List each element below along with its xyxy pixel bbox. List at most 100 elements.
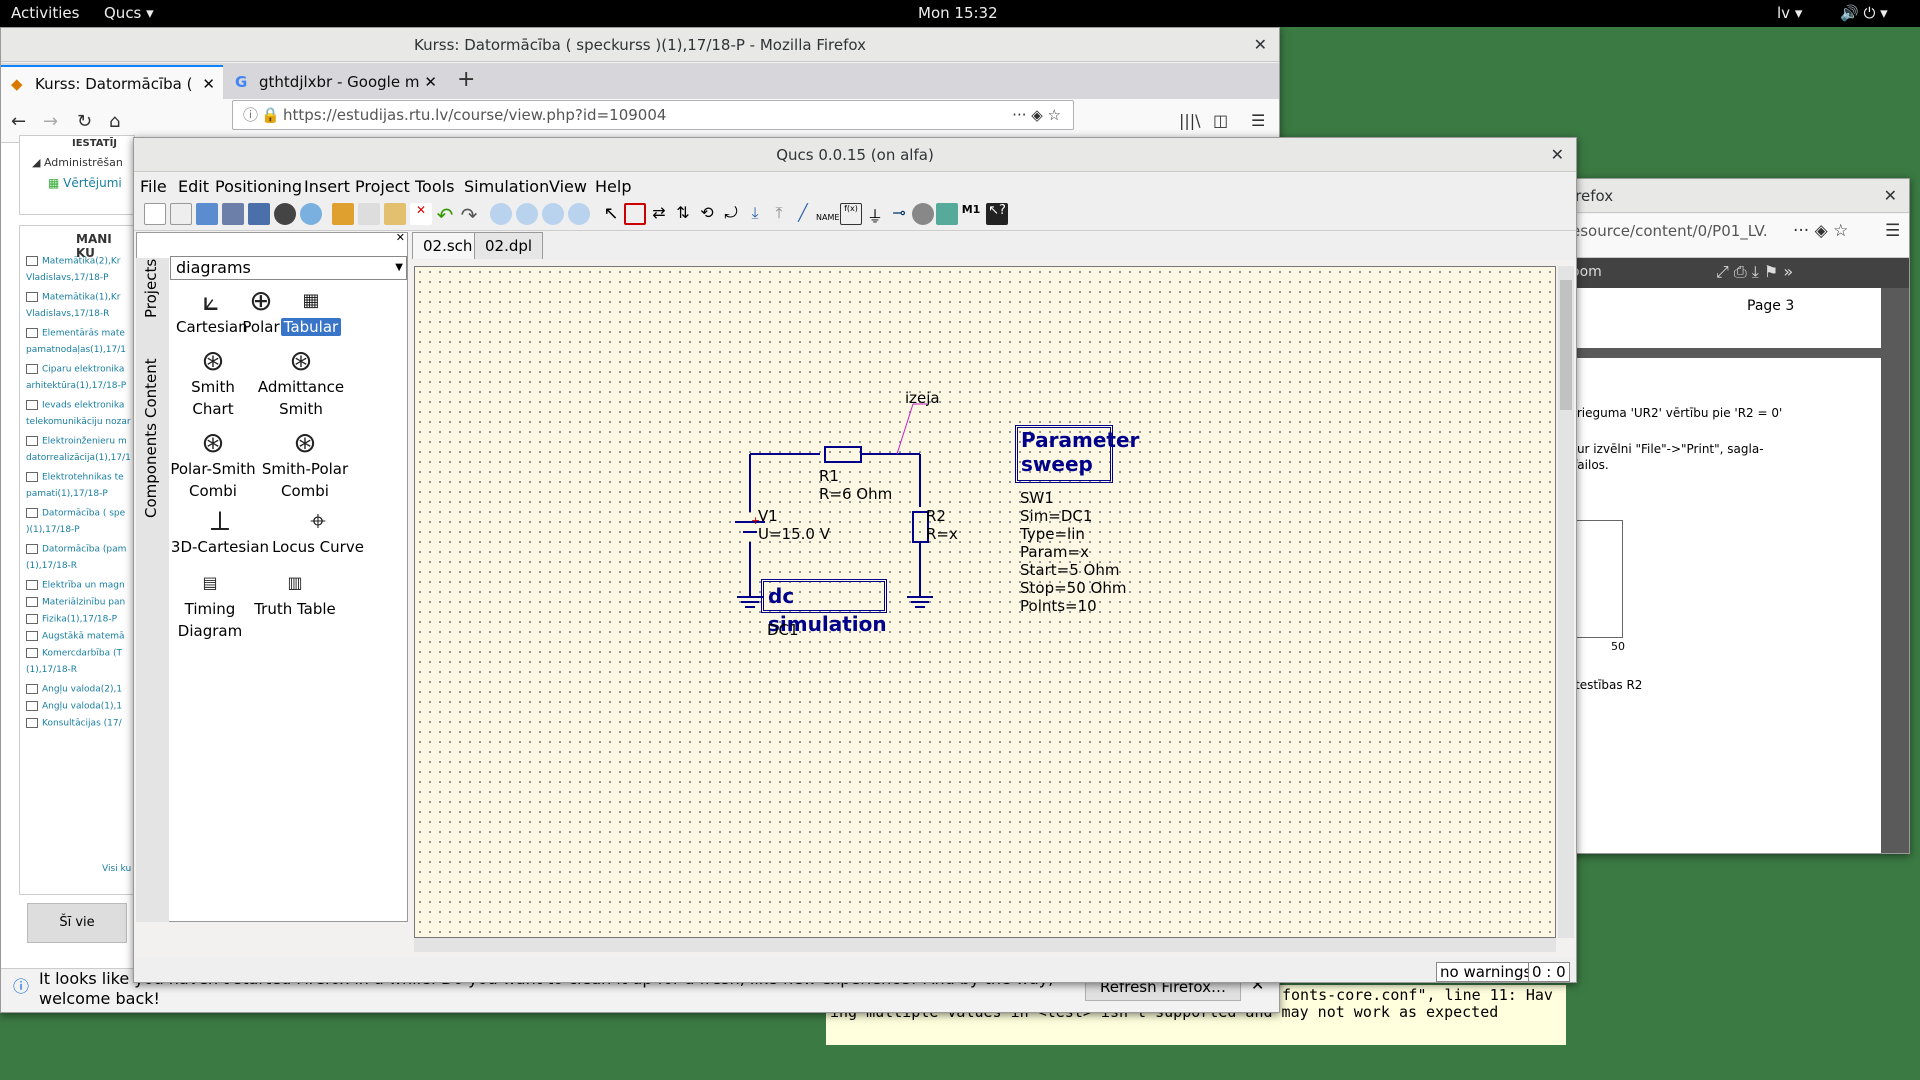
info-icon[interactable]: ⓘ [243,101,258,129]
course-link[interactable]: Elektrotehnikas te [26,472,124,484]
course-link[interactable]: telekomunikāciju nozar [26,417,131,428]
whats-this-icon[interactable]: ↖? [986,203,1008,225]
course-link[interactable]: (1),17/18-R [26,665,77,676]
course-link[interactable]: Komercdarbība (T [26,648,122,660]
language-indicator[interactable]: lv ▾ [1777,4,1802,22]
course-link[interactable]: Elementārās mate [26,328,125,340]
close-icon[interactable]: ✕ [1254,28,1267,62]
tab-content[interactable]: Content [142,358,160,418]
diagram-3d-cartesian[interactable]: ⟂ 3D-Cartesian [170,506,270,558]
v1-value[interactable]: U=15.0 V [758,525,830,543]
go-into-icon[interactable]: ⤓ [744,203,766,225]
component-category-select[interactable]: diagrams ▼ [170,256,407,280]
activities-button[interactable]: Activities [11,4,79,22]
equation-icon[interactable]: f(x) [840,203,862,225]
course-link[interactable]: Fizika(1),17/18-P [26,614,117,626]
delete-icon[interactable]: ✕ [410,203,432,225]
save-all-icon[interactable] [248,203,270,225]
sweep-property[interactable]: Stop=50 Ohm [1020,579,1126,597]
course-link[interactable]: Ciparu elektronika [26,364,124,376]
course-link[interactable]: pamatnodaļas(1),17/1 [26,345,126,356]
warnings-indicator[interactable]: no warnings [1436,962,1536,982]
all-courses-link[interactable]: Visi ku [102,864,131,874]
r1-value[interactable]: R=6 Ohm [819,485,892,503]
copy-icon[interactable] [358,203,380,225]
course-link[interactable]: Matemātika(2),Kr [26,256,120,268]
url-bar[interactable]: ⓘ 🔒 https://estudijas.rtu.lv/course/view… [232,100,1074,130]
new-tab-button[interactable]: + [457,67,475,92]
select-icon[interactable]: ↖ [600,203,622,225]
ground-icon[interactable]: ⏚ [864,203,886,226]
menu-file[interactable]: File [140,177,167,196]
scroll-thumb[interactable] [1560,280,1572,410]
course-link[interactable]: Angļu valoda(1),1 [26,701,122,713]
diagram-polar-smith[interactable]: ⊛ Polar-Smith Combi [170,428,256,502]
tab-projects[interactable]: Projects [142,259,160,318]
mirror-y-icon[interactable]: ⇅ [672,203,694,225]
course-link[interactable]: arhitektūra(1),17/18-P [26,381,126,392]
sweep-properties[interactable]: SW1 Sim=DC1 Type=lin Param=x Start=5 Ohm Stop… [1020,489,1126,615]
rotate-icon[interactable]: ⟲ [696,203,718,225]
tab-google[interactable]: G gthtdjlxbr - Google m ✕ [225,65,445,99]
port-icon[interactable]: ⊸ [888,203,910,225]
print-icon[interactable] [300,203,322,225]
label-icon[interactable]: NAME [816,203,839,225]
menu-icon[interactable]: ☰ [1251,111,1265,130]
view-data-icon[interactable] [936,203,958,225]
menu-insert[interactable]: Insert [304,177,350,196]
close-icon[interactable]: ✕ [1884,179,1897,213]
diagram-tabular[interactable]: ▦ Tabular [280,286,342,338]
redo-icon[interactable]: ↷ [458,203,480,227]
admin-link[interactable]: ◢ Administrēšan [32,156,123,169]
course-link[interactable]: Ievads elektronika [26,400,124,412]
close-icon[interactable]: ✕ [202,67,215,99]
menu-positioning[interactable]: Positioning [215,177,302,196]
diagram-polar[interactable]: ⊕ Polar [236,286,286,338]
pdf-tool-icons[interactable]: ⤢ ⎙ ⤓ ⚑ » [1716,262,1793,282]
tab-components[interactable]: Components [142,423,160,518]
menu-simulation[interactable]: Simulation [464,177,549,196]
marker-icon[interactable]: M1 [960,203,982,225]
dc-simulation-block[interactable]: dc simulation [761,579,887,636]
sweep-property[interactable]: Sim=DC1 [1020,507,1126,525]
menu-help[interactable]: Help [595,177,631,196]
toolbar-icons-2[interactable]: ··· ◈ ☆ [1793,221,1848,241]
course-link[interactable]: Augstākā matemā [26,631,125,643]
course-link[interactable]: (1),17/18-R [26,561,77,572]
diagram-admittance-smith[interactable]: ⊛ Admittance Smith [256,346,346,420]
course-link[interactable]: )(1),17/18-P [26,525,80,536]
sweep-property[interactable]: Type=lin [1020,525,1126,543]
course-link[interactable]: Angļu valoda(2),1 [26,684,122,696]
close-icon[interactable]: ✕ [424,65,437,99]
tab-02-dpl[interactable]: 02.dpl [474,232,544,259]
save-icon[interactable] [222,203,244,225]
r2-name[interactable]: R2 [926,507,946,525]
paste-icon[interactable] [384,203,406,225]
app-menu[interactable]: Qucs ▾ [104,4,154,22]
course-link[interactable]: Konsultācijas (17/ [26,718,122,730]
forward-icon[interactable]: → [43,111,58,132]
tab-02-sch[interactable]: 02.sch [412,232,484,259]
diagram-smith-polar[interactable]: ⊛ Smith-Polar Combi [260,428,350,502]
clock[interactable]: Mon 15:32 [918,4,998,22]
reload-icon[interactable]: ↻ [77,111,92,132]
tab-course[interactable]: ◆ Kurss: Datormācība ( ✕ [1,65,223,99]
zoom-out-icon[interactable] [568,203,590,225]
menu-view[interactable]: View [549,177,587,196]
close-dock-icon[interactable]: ✕ [396,231,405,244]
course-link[interactable]: Materiālzinību pan [26,597,125,609]
diagram-smith[interactable]: ⊛ Smith Chart [170,346,256,420]
course-link[interactable]: Elektrība un magn [26,580,125,592]
dc-name[interactable]: DC1 [767,621,799,639]
v1-name[interactable]: V1 [758,507,778,525]
zoom-fit-icon[interactable] [490,203,512,225]
home-icon[interactable]: ⌂ [109,111,120,132]
new-text-icon[interactable] [170,203,192,225]
label-izeja[interactable]: izeja [905,389,940,407]
r1-name[interactable]: R1 [819,467,839,485]
course-link[interactable]: Datormācība ( spe [26,508,125,520]
course-link[interactable]: pamati(1),17/18-P [26,489,108,500]
wire-icon[interactable]: ╱ [792,203,814,225]
close-icon[interactable]: ✕ [1551,138,1564,172]
zoom-in-icon[interactable] [542,203,564,225]
